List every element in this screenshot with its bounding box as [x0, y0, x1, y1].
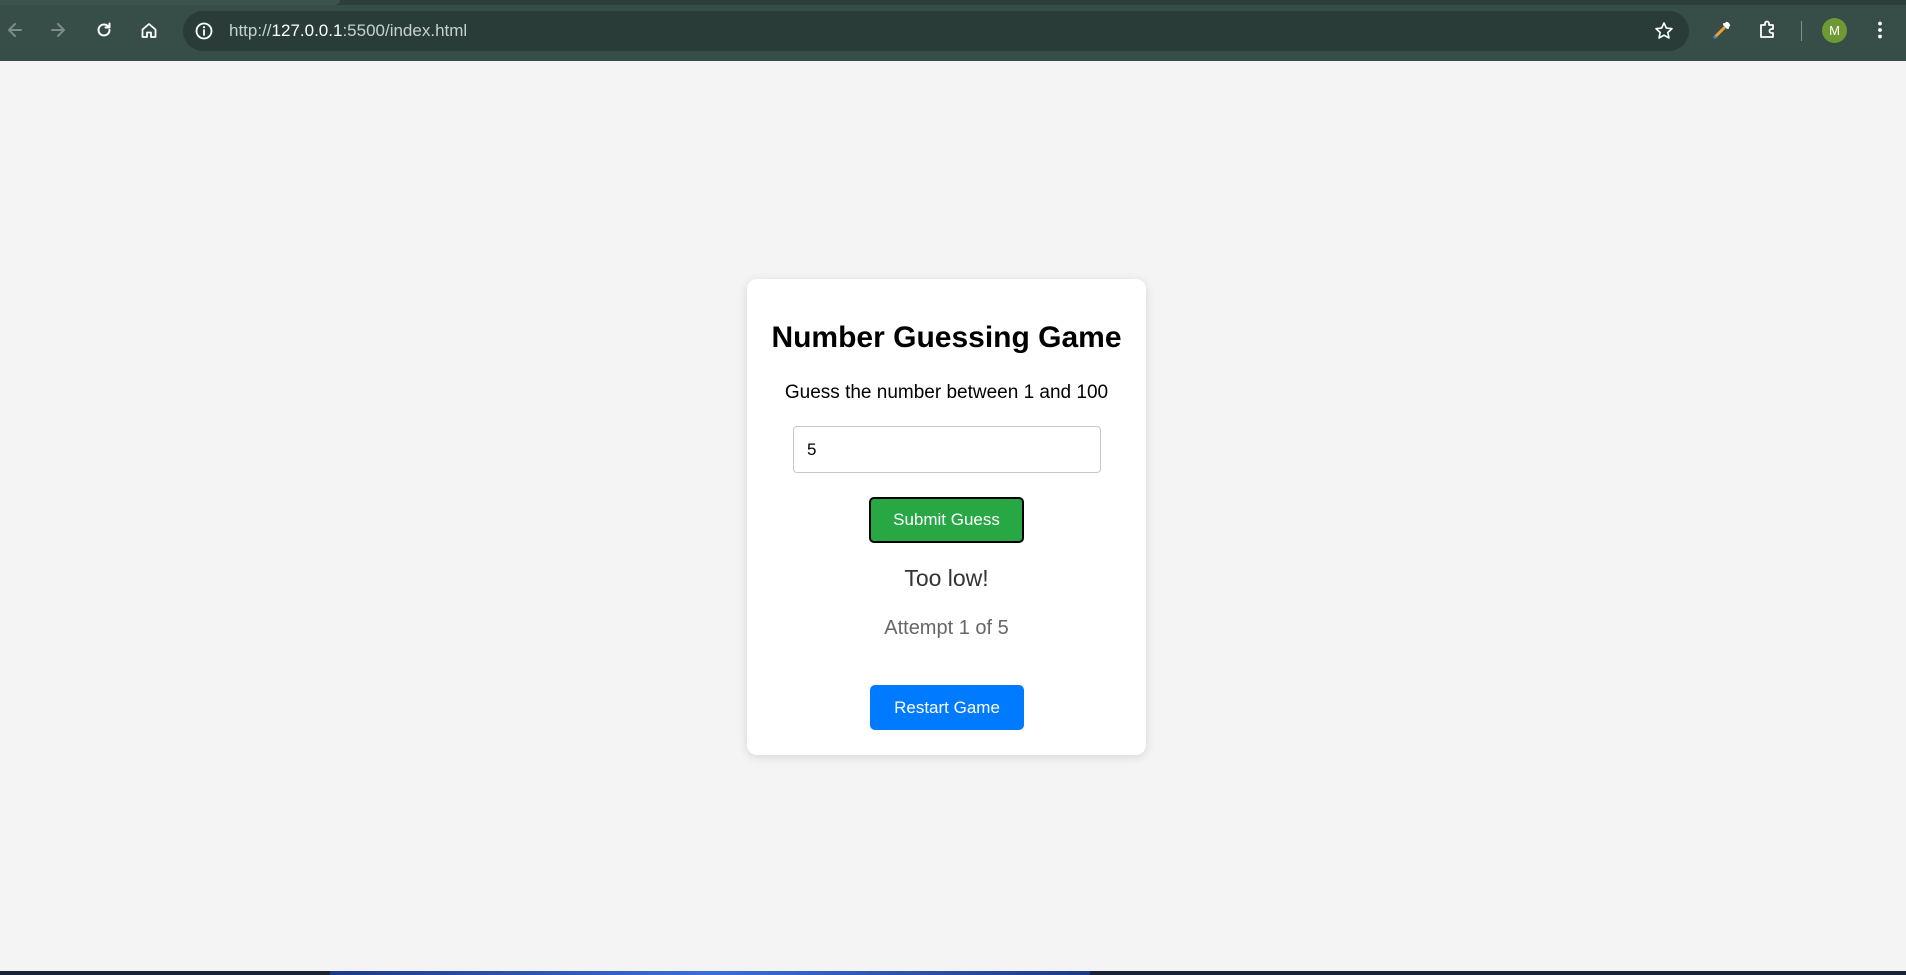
browser-toolbar: http://127.0.0.1:5500/index.html M	[0, 0, 1906, 61]
address-bar[interactable]: http://127.0.0.1:5500/index.html	[183, 11, 1689, 51]
game-card: Number Guessing Game Guess the number be…	[747, 279, 1146, 755]
forward-button[interactable]	[41, 13, 75, 47]
game-title: Number Guessing Game	[771, 321, 1122, 354]
feedback-message: Too low!	[904, 565, 989, 591]
game-instruction: Guess the number between 1 and 100	[784, 382, 1109, 403]
url-host: 127.0.0.1	[271, 21, 343, 40]
arrow-right-icon	[51, 23, 65, 37]
wallpaper-glow	[330, 971, 1090, 975]
toolbar-separator	[1801, 21, 1802, 41]
url-text[interactable]: http://127.0.0.1:5500/index.html	[229, 21, 467, 41]
submit-guess-button[interactable]: Submit Guess	[869, 497, 1024, 543]
url-path: :5500/index.html	[342, 21, 468, 40]
home-button[interactable]	[132, 13, 166, 47]
attempt-counter: Attempt 1 of 5	[884, 617, 1009, 639]
star-icon[interactable]	[1653, 20, 1675, 42]
kebab-menu-icon	[1878, 21, 1882, 39]
url-scheme: http://	[229, 21, 272, 40]
guess-input[interactable]	[793, 426, 1101, 473]
reload-icon	[97, 22, 111, 37]
puzzle-icon	[1760, 20, 1774, 38]
info-icon[interactable]	[193, 20, 215, 42]
extensions-button[interactable]	[1755, 17, 1781, 43]
browser-menu-button[interactable]	[1867, 17, 1893, 43]
eyedropper-button[interactable]	[1709, 17, 1735, 43]
restart-game-button[interactable]: Restart Game	[870, 685, 1024, 730]
eyedropper-icon	[1713, 21, 1731, 39]
home-icon	[141, 23, 157, 38]
profile-avatar[interactable]: M	[1822, 18, 1847, 43]
back-button[interactable]	[0, 13, 32, 47]
reload-button[interactable]	[87, 13, 121, 47]
active-tab-edge[interactable]	[0, 0, 340, 5]
arrow-left-icon	[8, 23, 22, 37]
